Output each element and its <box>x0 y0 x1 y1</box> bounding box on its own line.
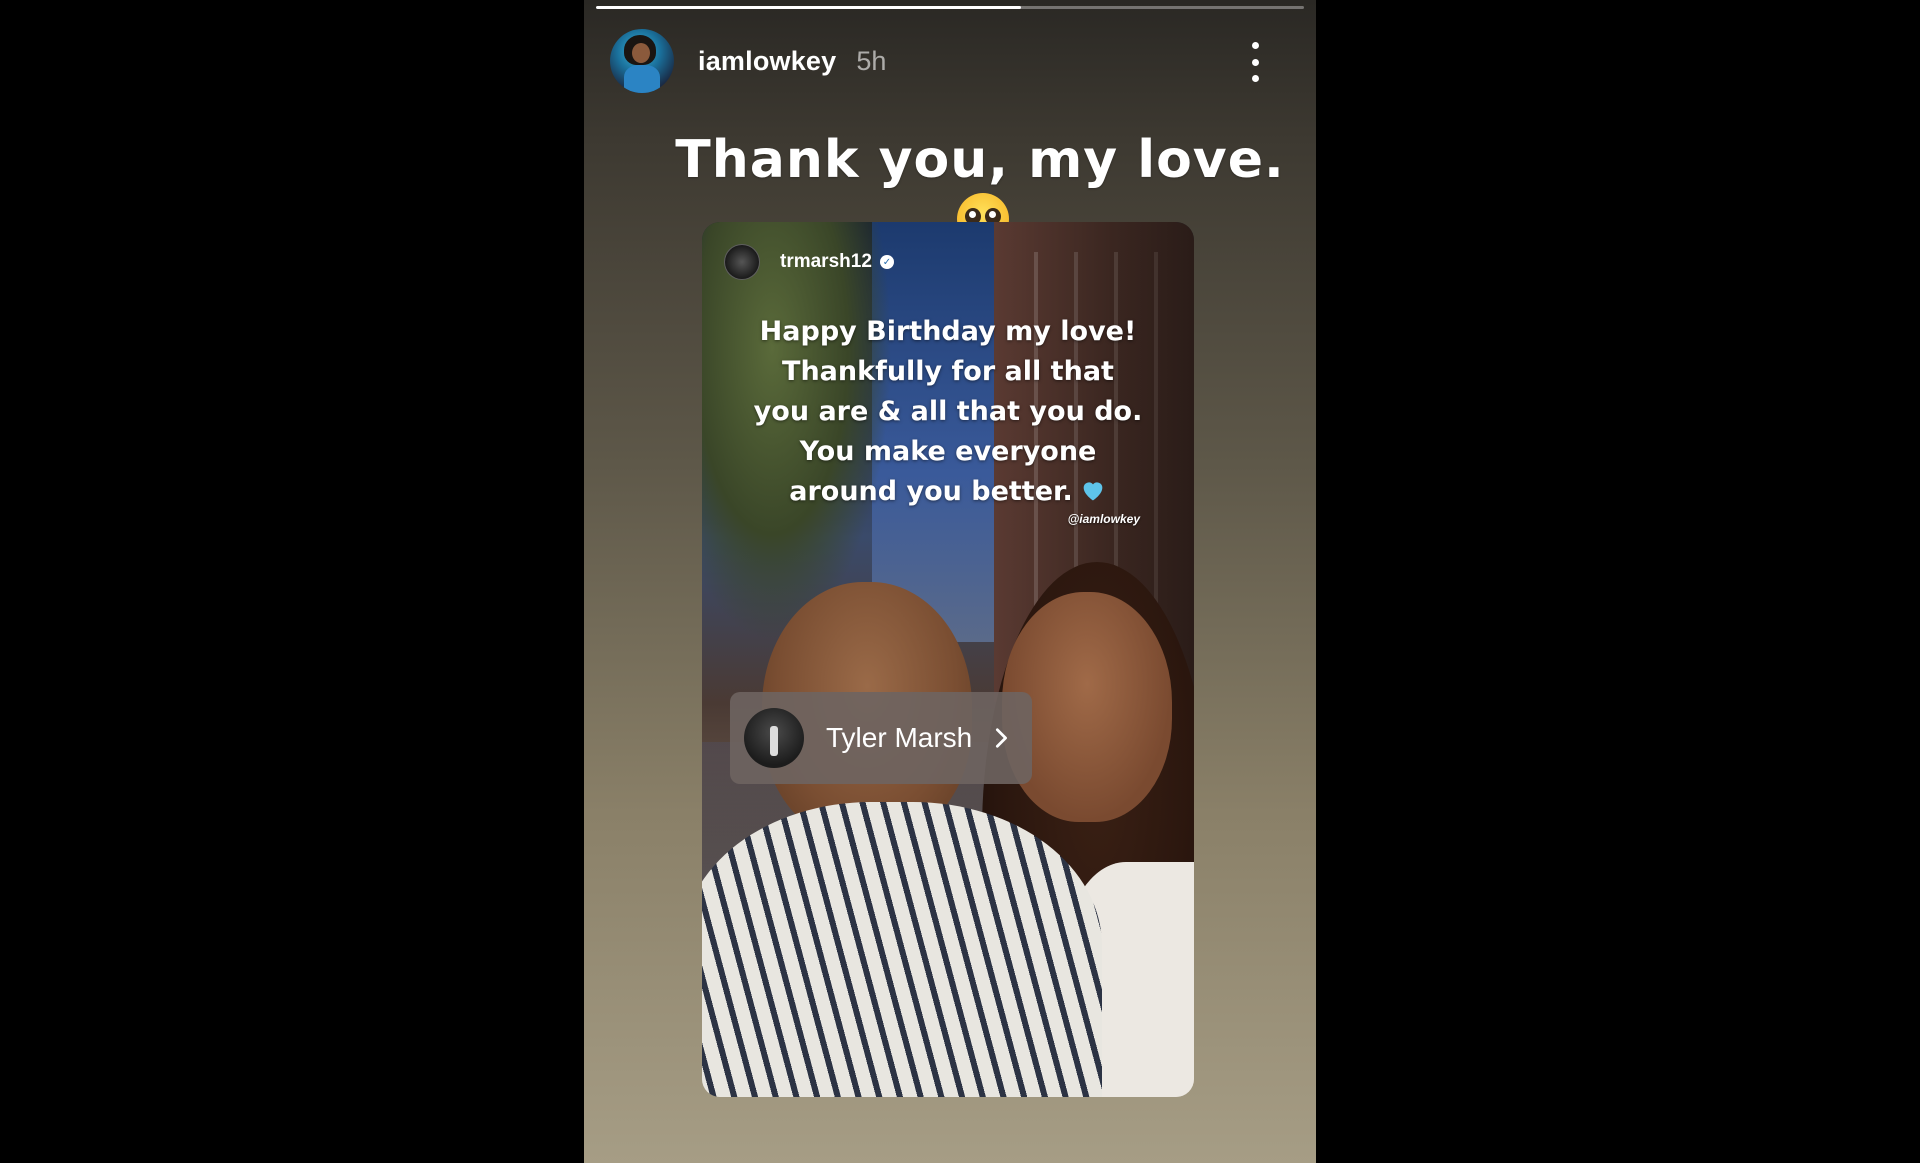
mention-sticker[interactable]: Tyler Marsh <box>730 692 1032 784</box>
blue-heart-icon <box>1083 482 1103 501</box>
chevron-right-icon <box>996 728 1008 748</box>
avatar[interactable] <box>610 29 674 93</box>
story-progress-bar <box>596 6 1304 9</box>
verified-badge-icon: ✓ <box>879 255 894 269</box>
mention-sticker-name: Tyler Marsh <box>826 722 973 753</box>
story-progress-fill <box>596 6 1021 9</box>
caption-text: Thank you, my love. <box>675 130 1285 190</box>
shared-post-header[interactable]: trmarsh12 ✓ <box>724 244 894 280</box>
story-username[interactable]: iamlowkey <box>698 46 836 77</box>
story-header: iamlowkey 5h <box>610 28 1296 94</box>
mention-tag[interactable]: @iamlowkey <box>1068 512 1140 526</box>
story-timestamp: 5h <box>856 45 887 76</box>
story-viewer[interactable]: iamlowkey 5h Thank you, my love. trmarsh… <box>584 0 1316 1163</box>
shared-post[interactable]: trmarsh12 ✓ Happy Birthday my love! Than… <box>702 222 1194 1097</box>
more-options-icon[interactable] <box>1248 42 1262 82</box>
mention-sticker-avatar <box>744 708 804 768</box>
shared-post-avatar[interactable] <box>724 244 760 280</box>
shared-post-username[interactable]: trmarsh12 <box>780 251 872 273</box>
shared-post-text: Happy Birthday my love! Thankfully for a… <box>722 312 1174 512</box>
